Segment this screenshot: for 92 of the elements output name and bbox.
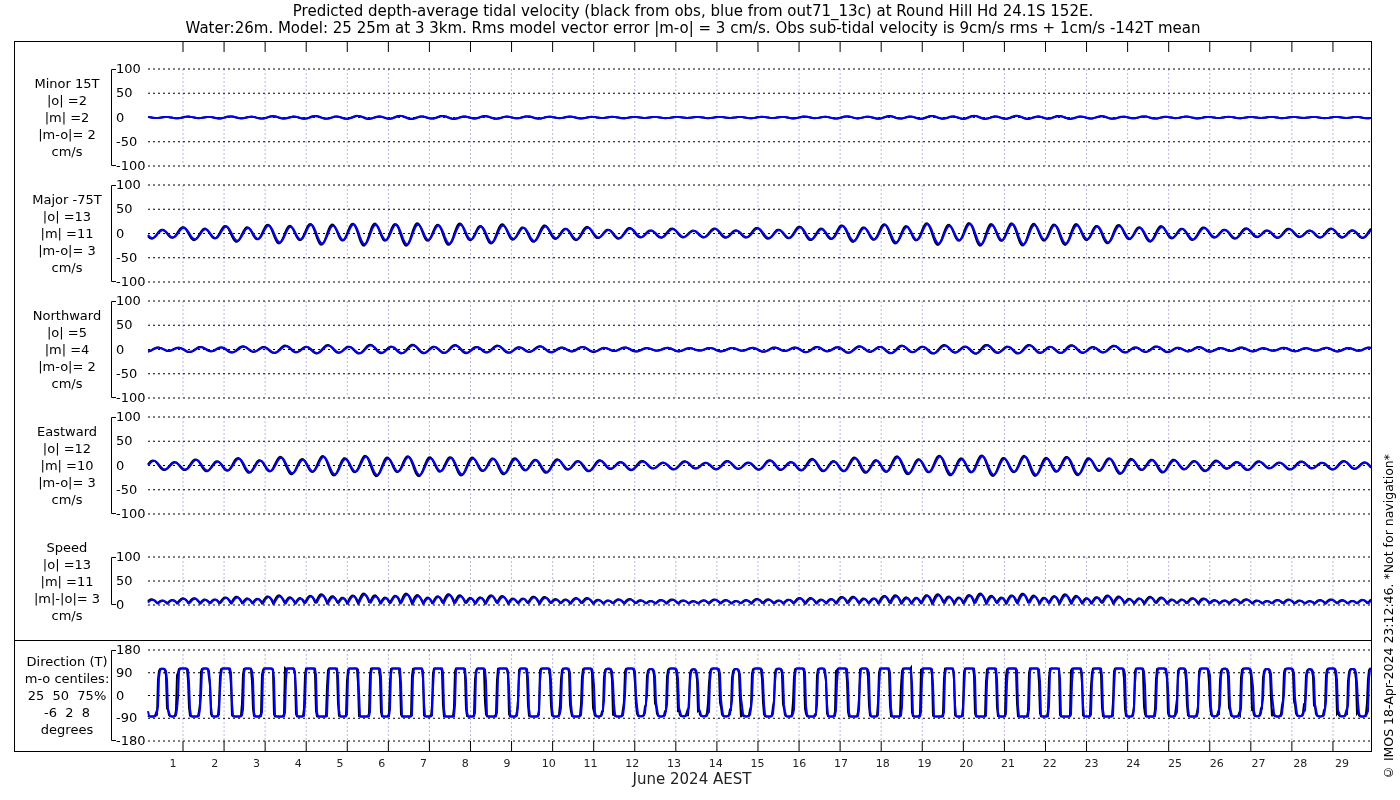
axis-label: cm/s — [51, 259, 83, 276]
tick-label: 0 — [116, 342, 126, 357]
axis-label: |m| =4 — [44, 341, 90, 358]
tick-label: 7 — [420, 757, 427, 770]
axis-label: Speed — [46, 538, 88, 556]
axis-label: |m| =11 — [40, 572, 94, 590]
tick-label: 100 — [116, 410, 142, 424]
tick-label: 29 — [1335, 757, 1349, 770]
tick-label: 18 — [875, 757, 890, 770]
tick-label: 0 — [116, 688, 126, 703]
axis-label: |m| =10 — [40, 457, 94, 474]
axis-label: m-o centiles: — [24, 670, 110, 687]
axis-label: -6 2 8 — [43, 704, 90, 721]
axis-line — [111, 557, 116, 605]
tick-label: 17 — [834, 757, 848, 770]
tick-label: 11 — [583, 757, 598, 770]
tick-label: 100 — [116, 550, 142, 564]
axis-label: |o| =5 — [47, 324, 87, 341]
tick-label: -180 — [116, 734, 147, 748]
tick-label: -50 — [116, 482, 139, 497]
axis-title: June 2024 AEST — [632, 770, 752, 788]
axis-label: |m-o|= 3 — [38, 242, 96, 259]
tick-label: -50 — [116, 250, 139, 265]
axis-label: cm/s — [51, 491, 83, 508]
axis-label: |o| =13 — [42, 555, 92, 573]
axis-label: |m| =11 — [40, 225, 94, 242]
tick-label: 0 — [116, 458, 126, 473]
axis-label: degrees — [40, 721, 94, 738]
credit-text: © IMOS 18-Apr-2024 23:12:46. *Not for navigation* — [1379, 453, 1397, 780]
chart-subtitle: Water:26m. Model: 25 25m at 3 3km. Rms model vector error |m-o| = 3 cm/s. Obs sub-tidal velocity is 9cm/s rms + 1cm/s -142T mean — [185, 20, 1201, 37]
tick-label: 50 — [116, 434, 134, 449]
tick-label: 4 — [294, 757, 302, 770]
tick-label: 20 — [959, 757, 974, 770]
tick-label: 5 — [336, 757, 344, 770]
axis-label: Northward — [32, 307, 102, 324]
tick-label: 10 — [541, 757, 556, 770]
tick-label: 90 — [116, 665, 134, 680]
tick-label: 23 — [1084, 757, 1099, 770]
tick-label: 50 — [116, 318, 134, 333]
tick-label: 16 — [792, 757, 807, 770]
tick-label: 6 — [378, 757, 386, 770]
tick-label: 8 — [461, 757, 469, 770]
tick-label: -100 — [116, 391, 147, 405]
axis-label: cm/s — [51, 375, 83, 392]
axis-label: Direction (T) — [26, 653, 108, 670]
axis-label: 25 50 75% — [27, 687, 107, 704]
tick-label: 14 — [708, 757, 723, 770]
axis-label: |o| =12 — [42, 440, 92, 457]
tick-label: 28 — [1293, 757, 1308, 770]
axis-label: |o| =2 — [47, 92, 87, 109]
tick-label: 15 — [750, 757, 765, 770]
axis-label: |m-o|= 2 — [38, 358, 96, 375]
tick-label: -50 — [116, 134, 139, 149]
tick-label: 0 — [116, 226, 126, 241]
tick-label: 50 — [116, 202, 134, 217]
tick-label: 12 — [625, 757, 640, 770]
tick-label: 180 — [116, 643, 142, 657]
tick-label: 21 — [1001, 757, 1015, 770]
axis-label: cm/s — [51, 606, 83, 624]
tick-label: 26 — [1209, 757, 1224, 770]
axis-label: cm/s — [51, 143, 83, 160]
tick-label: 0 — [116, 598, 126, 612]
tick-label: 100 — [116, 62, 142, 76]
axis-label: |m-o|= 2 — [38, 126, 96, 143]
tick-label: 9 — [503, 757, 511, 770]
tick-label: 13 — [667, 757, 681, 770]
chart-title: Predicted depth-average tidal velocity (black from obs, blue from out71_13c) at Round Hill Hd 24.1S 152E. — [292, 3, 1094, 20]
tick-label: 22 — [1042, 757, 1057, 770]
tick-label: -100 — [116, 159, 147, 173]
tick-label: -100 — [116, 275, 147, 289]
axis-label: Minor 15T — [34, 75, 100, 92]
tick-label: 19 — [917, 757, 932, 770]
tick-label: 50 — [116, 86, 134, 101]
tick-label: 25 — [1168, 757, 1182, 770]
tick-label: 27 — [1251, 757, 1266, 770]
tick-label: 1 — [169, 757, 177, 770]
tick-label: -100 — [116, 507, 147, 521]
tick-label: -50 — [116, 366, 139, 381]
tick-label: 50 — [116, 574, 134, 588]
tick-label: 100 — [116, 294, 142, 308]
tick-label: 0 — [116, 110, 126, 125]
tick-label: 100 — [116, 178, 142, 192]
axis-label: |m| =2 — [44, 109, 90, 126]
axis-label: Major -75T — [32, 191, 102, 208]
tick-label: 3 — [253, 757, 260, 770]
axis-label: |o| =13 — [42, 208, 92, 225]
axis-label: |m-o|= 3 — [38, 474, 96, 491]
tick-label: -90 — [116, 711, 139, 726]
axis-label: Eastward — [37, 423, 97, 440]
tick-label: 24 — [1126, 757, 1141, 770]
tick-label: 2 — [211, 757, 219, 770]
axis-label: |m|-|o|= 3 — [33, 589, 101, 607]
